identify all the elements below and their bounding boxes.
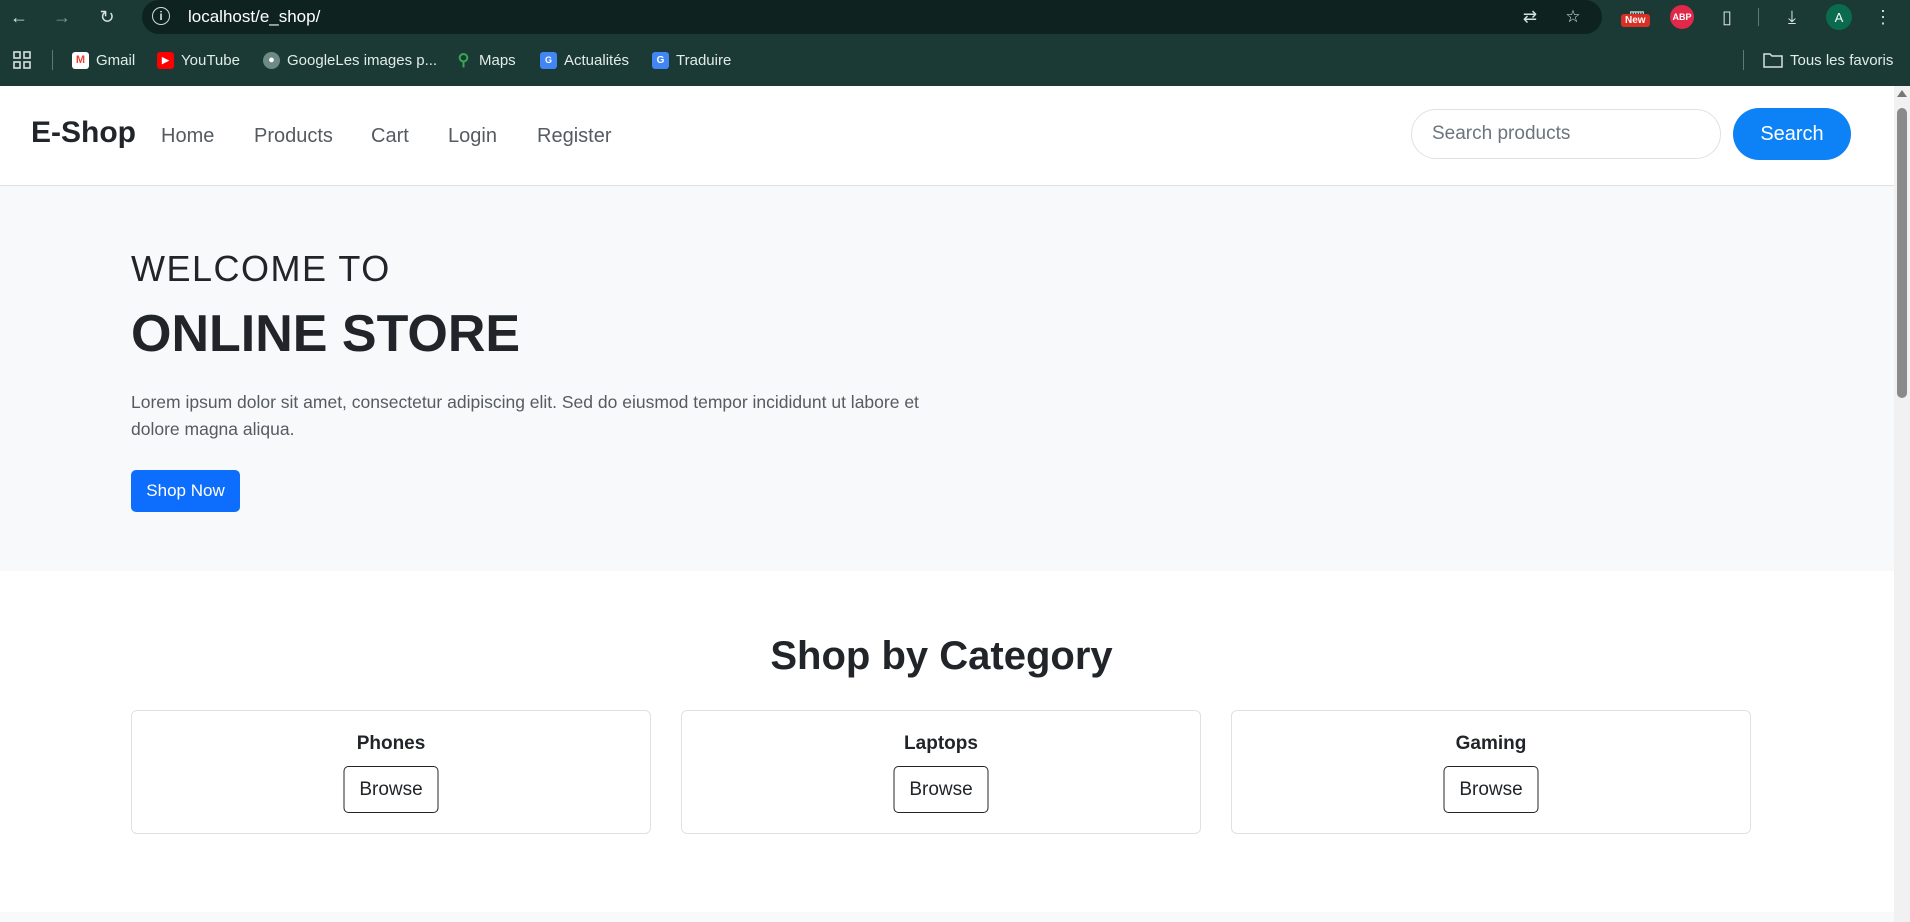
bookmark-label: YouTube [181,51,240,69]
browser-toolbar: ← → ↻ i localhost/e_shop/ ⇄ ☆ ▦ New ABP … [0,0,1910,34]
bookmarks-bar: M Gmail ▶ YouTube ● GoogleLes images p..… [0,34,1910,86]
profile-avatar[interactable]: A [1826,4,1852,30]
browse-laptops-button[interactable]: Browse [893,766,989,813]
new-badge: New [1621,14,1650,27]
menu-kebab-icon[interactable]: ⋮ [1870,4,1896,30]
gmail-icon: M [72,51,89,69]
bookmark-label: Gmail [96,51,136,69]
bookmark-gmail[interactable]: M Gmail [72,50,135,70]
bookmark-label: GoogleLes images p... [287,51,438,69]
nav-home[interactable]: Home [161,125,214,148]
scrollbar-thumb[interactable] [1897,108,1907,398]
toolbar-divider [1758,8,1759,26]
address-bar[interactable]: i localhost/e_shop/ ⇄ ☆ [142,0,1602,34]
category-name: Phones [356,733,426,754]
bookmark-label: Maps [479,51,516,69]
address-url: localhost/e_shop/ [188,7,321,26]
bookmarks-divider [1743,50,1744,70]
hero-description: Lorem ipsum dolor sit amet, consectetur … [131,392,919,439]
forward-arrow-icon[interactable]: → [49,4,75,30]
nav-login[interactable]: Login [448,125,497,148]
youtube-icon: ▶ [157,51,174,69]
page-scrollbar[interactable] [1894,86,1910,922]
download-icon[interactable]: ⤓ [1779,4,1805,30]
maps-icon: ⚲ [457,52,470,69]
back-arrow-icon[interactable]: ← [6,4,32,30]
extensions-puzzle-icon[interactable]: ▯ [1714,4,1740,30]
scroll-up-arrow-icon[interactable] [1897,90,1907,97]
site-navbar: E-Shop Home Products Cart Login Register… [0,86,1894,186]
category-card-phones: Phones Browse [131,710,651,834]
news-icon: G [540,51,557,69]
hero-title: ONLINE STORE [131,305,521,363]
nav-cart[interactable]: Cart [371,125,409,148]
nav-register[interactable]: Register [537,125,611,148]
category-card-laptops: Laptops Browse [681,710,1201,834]
bookmark-actualites[interactable]: G Actualités [540,50,629,70]
bookmark-youtube[interactable]: ▶ YouTube [157,50,240,70]
hero-welcome: WELCOME TO [131,248,391,289]
category-name: Laptops [904,733,978,754]
bookmark-star-icon[interactable]: ☆ [1561,5,1585,29]
reload-icon[interactable]: ↻ [94,4,120,30]
translate-page-icon[interactable]: ⇄ [1518,5,1542,29]
next-section-strip [0,912,1894,922]
bookmark-maps[interactable]: ⚲ Maps [455,50,516,70]
nav-products[interactable]: Products [254,125,333,148]
folder-icon [1763,53,1783,68]
category-name: Gaming [1455,733,1527,754]
browse-phones-button[interactable]: Browse [343,766,439,813]
search-input[interactable] [1411,109,1721,159]
all-bookmarks-folder[interactable]: Tous les favoris [1763,50,1893,70]
hero-section: WELCOME TO ONLINE STORE Lorem ipsum dolo… [0,186,1894,571]
shop-now-button[interactable]: Shop Now [131,470,240,512]
bookmark-traduire[interactable]: G Traduire [652,50,731,70]
apps-grid-icon[interactable] [12,50,32,70]
adblock-icon[interactable]: ABP [1670,5,1694,29]
category-section-title: Shop by Category [770,634,1113,678]
category-card-gaming: Gaming Browse [1231,710,1751,834]
bookmark-label: Traduire [676,51,732,69]
browse-gaming-button[interactable]: Browse [1443,766,1539,813]
site-info-icon[interactable]: i [152,7,170,25]
brand-logo[interactable]: E-Shop [31,116,136,150]
bookmarks-divider [52,50,53,70]
translate-icon: G [652,51,669,69]
page-viewport: E-Shop Home Products Cart Login Register… [0,86,1894,922]
all-bookmarks-label: Tous les favoris [1790,51,1894,69]
bookmark-label: Actualités [564,51,630,69]
bookmark-google-images[interactable]: ● GoogleLes images p... [263,50,437,70]
globe-icon: ● [263,51,280,69]
search-button[interactable]: Search [1733,108,1851,160]
